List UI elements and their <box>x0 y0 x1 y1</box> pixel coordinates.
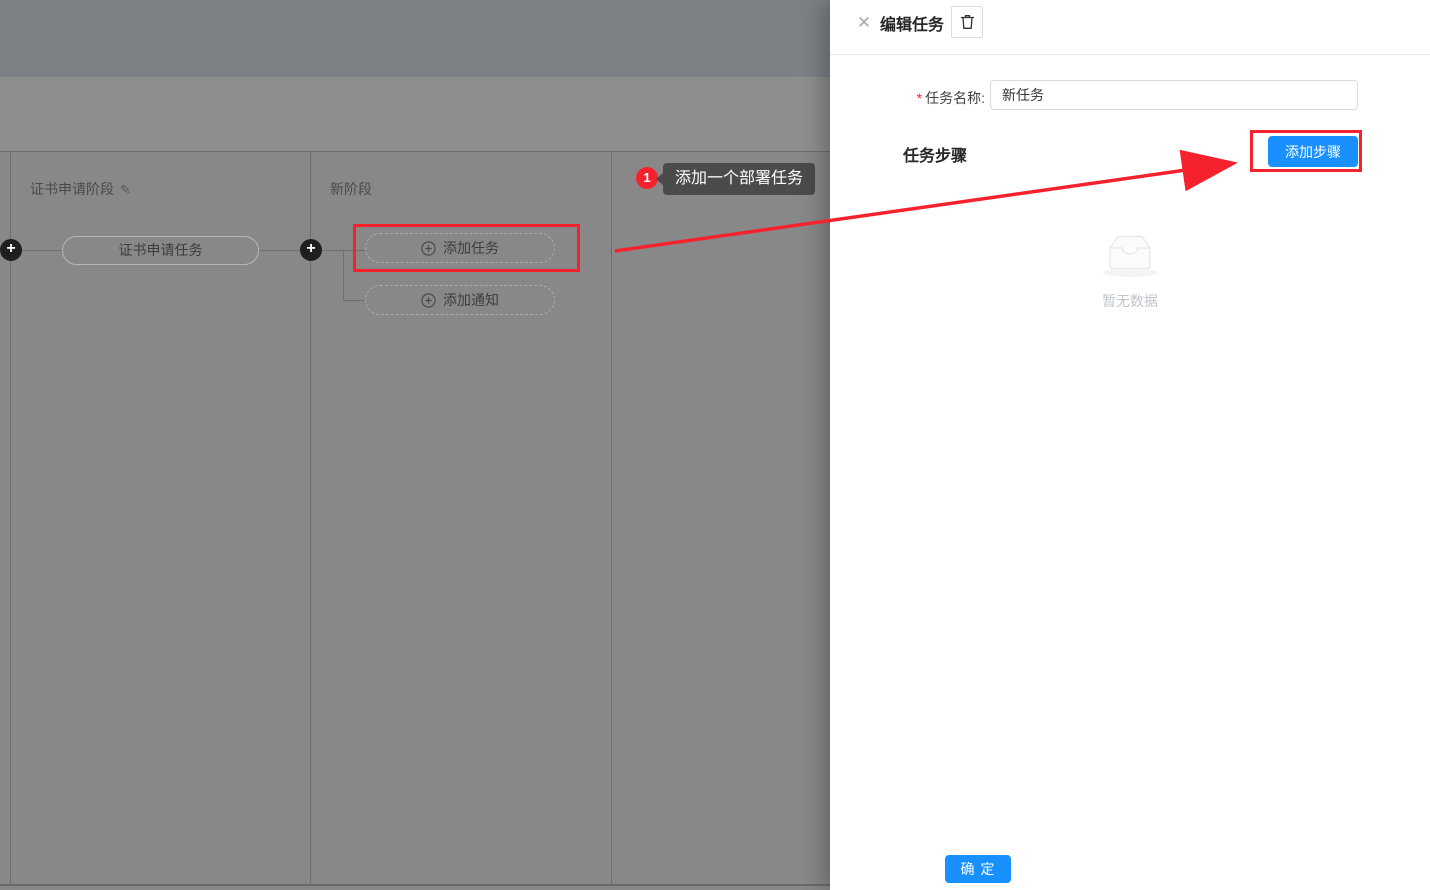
connector-line <box>343 300 365 301</box>
add-stage-before-button[interactable]: + <box>0 239 22 261</box>
drawer-header: ✕ 编辑任务 <box>830 0 1430 55</box>
circle-plus-icon <box>421 293 436 308</box>
stage-divider <box>611 151 612 886</box>
trash-icon <box>960 14 975 30</box>
add-task-button[interactable]: 添加任务 <box>365 233 555 263</box>
stage-title-1: 证书申请阶段 ✎ <box>30 179 131 199</box>
stage-divider <box>10 151 11 886</box>
required-mark: * <box>917 90 922 106</box>
task-steps-title: 任务步骤 <box>903 142 967 166</box>
tour-step-badge: 1 <box>636 167 658 189</box>
edit-stage-icon[interactable]: ✎ <box>120 183 131 196</box>
edit-task-drawer: ✕ 编辑任务 *任务名称: 任务步骤 添加步骤 暂无数据 确 定 <box>830 0 1430 890</box>
stage-title-text: 证书申请阶段 <box>30 179 114 199</box>
stage-title-2: 新阶段 <box>330 179 372 199</box>
delete-task-button[interactable] <box>951 6 983 38</box>
task-node[interactable]: 证书申请任务 <box>62 236 259 265</box>
task-name-label-text: 任务名称: <box>925 90 985 106</box>
tour-tooltip: 添加一个部署任务 <box>663 163 815 195</box>
close-icon[interactable]: ✕ <box>854 13 874 33</box>
empty-state-text: 暂无数据 <box>830 291 1430 311</box>
task-name-input[interactable] <box>990 80 1358 110</box>
confirm-button[interactable]: 确 定 <box>945 855 1011 883</box>
drawer-title: 编辑任务 <box>880 11 944 35</box>
app-screen: 证书申请阶段 ✎ 新阶段 + + 证书申请任务 添加任务 添加通知 1 添加一个… <box>0 0 1430 890</box>
empty-box-icon <box>1098 226 1162 278</box>
stage-divider <box>310 151 311 886</box>
add-notification-label: 添加通知 <box>443 290 499 310</box>
circle-plus-icon <box>421 241 436 256</box>
connector-line <box>343 250 344 300</box>
add-notification-button[interactable]: 添加通知 <box>365 285 555 315</box>
connector-line <box>259 250 301 251</box>
add-step-button[interactable]: 添加步骤 <box>1268 136 1358 167</box>
add-stage-after-button[interactable]: + <box>300 239 322 261</box>
empty-state: 暂无数据 <box>830 226 1430 311</box>
add-task-label: 添加任务 <box>443 238 499 258</box>
stage-title-text: 新阶段 <box>330 179 372 199</box>
task-name-label: *任务名称: <box>830 88 985 108</box>
